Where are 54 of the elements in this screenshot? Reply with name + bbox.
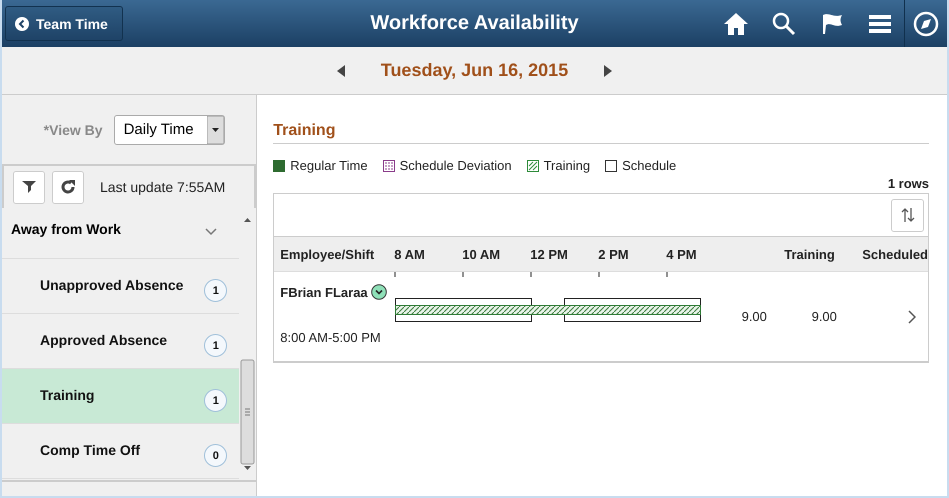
row-count: 1 rows — [886, 176, 929, 191]
filter-button[interactable] — [13, 170, 45, 204]
category-label: Comp Time Off — [40, 442, 142, 458]
filter-icon — [22, 180, 36, 194]
category-label: Approved Absence — [40, 332, 168, 348]
category-item[interactable]: Training 1 — [2, 369, 240, 424]
expand-icon[interactable] — [370, 284, 387, 300]
sort-icon — [900, 207, 916, 223]
legend-label: Schedule Deviation — [400, 158, 512, 173]
group-header[interactable]: Away from Work — [11, 221, 206, 237]
flag-icon[interactable] — [820, 12, 844, 36]
view-by-dropdown[interactable]: Daily Time — [114, 114, 225, 144]
column-header: 4 PM — [666, 246, 698, 262]
count-badge: 1 — [204, 334, 228, 357]
count-badge: 1 — [204, 389, 228, 412]
home-icon[interactable] — [723, 12, 749, 36]
employee-name[interactable]: FBrian FLaraa — [280, 284, 368, 300]
column-header: Scheduled — [862, 246, 928, 262]
compass-icon[interactable] — [913, 10, 939, 36]
refresh-button[interactable] — [52, 170, 84, 204]
legend-label: Schedule — [622, 158, 676, 173]
page-title: Workforce Availability — [370, 12, 579, 35]
training-hours: 9.00 — [742, 309, 767, 324]
row-chevron-icon[interactable] — [908, 310, 916, 324]
sort-button[interactable] — [891, 198, 924, 232]
count-badge: 0 — [204, 444, 228, 467]
column-header: 8 AM — [394, 246, 426, 262]
column-header: 10 AM — [462, 246, 502, 262]
category-label: Training — [40, 387, 96, 403]
legend-label: Regular Time — [290, 158, 368, 173]
column-header: Employee/Shift — [280, 246, 376, 262]
menu-icon[interactable] — [869, 14, 891, 34]
view-by-label: *View By — [44, 122, 103, 138]
back-button[interactable]: Team Time — [5, 6, 123, 41]
count-badge: 1 — [204, 279, 228, 302]
back-icon — [15, 16, 29, 30]
date-heading: Tuesday, Jun 16, 2015 — [380, 60, 568, 81]
column-header: 12 PM — [530, 246, 569, 262]
column-header: 2 PM — [598, 246, 630, 262]
shift-time: 8:00 AM-5:00 PM — [280, 330, 382, 345]
category-item[interactable]: Unapproved Absence 1 — [2, 259, 240, 314]
column-header: Training — [784, 246, 836, 262]
previous-day-arrow[interactable] — [336, 64, 345, 76]
last-update-text: Last update 7:55AM — [100, 179, 226, 195]
refresh-icon — [60, 179, 76, 195]
legend-label: Training — [544, 158, 590, 173]
search-icon[interactable] — [772, 12, 796, 36]
category-label: Unapproved Absence — [40, 277, 184, 293]
next-day-arrow[interactable] — [604, 64, 612, 76]
chevron-icon[interactable] — [205, 228, 218, 236]
section-title: Training — [273, 122, 929, 144]
dropdown-caret-icon — [206, 116, 224, 144]
category-item[interactable]: Comp Time Off 0 — [2, 424, 240, 479]
scheduled-hours: 9.00 — [812, 309, 837, 324]
